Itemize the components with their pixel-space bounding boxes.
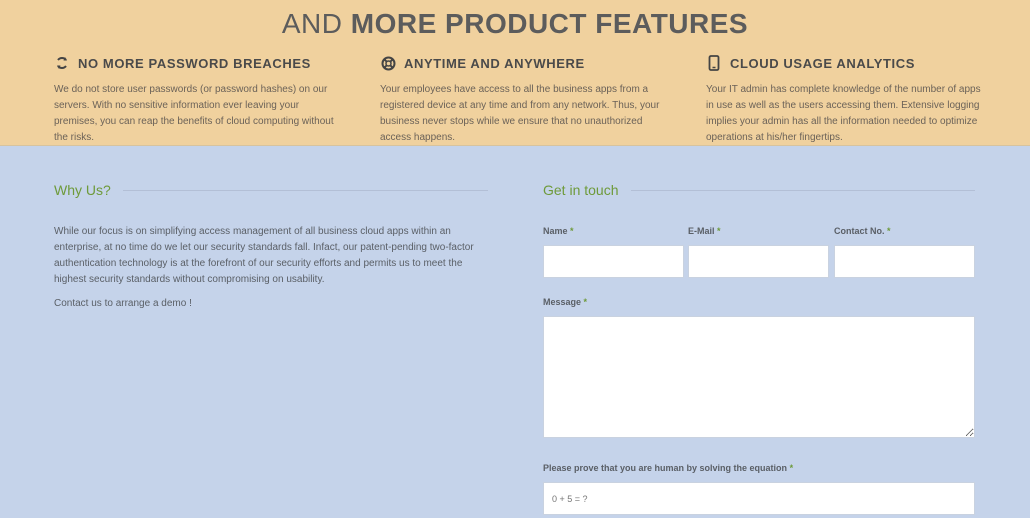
why-us-text: While our focus is on simplifying access… [54,224,484,320]
captcha-input[interactable] [543,482,975,515]
mobile-icon [706,55,722,71]
why-us-heading: Why Us? [54,182,488,198]
features-heading: AND MORE PRODUCT FEATURES [281,8,749,39]
refresh-icon [54,55,70,71]
email-label: E-Mail * [688,226,721,236]
why-us-paragraph: While our focus is on simplifying access… [54,226,474,285]
why-us-title: Why Us? [54,182,111,198]
feature-title: ANYTIME AND ANYWHERE [404,55,585,71]
lifebuoy-icon [380,55,396,71]
features-section: AND MORE PRODUCT FEATURES NO MORE PASSWO… [0,0,1030,146]
feature-password-breaches: NO MORE PASSWORD BREACHES We do not stor… [54,54,334,146]
feature-title: NO MORE PASSWORD BREACHES [78,55,311,71]
divider [630,189,975,191]
captcha-label: Please prove that you are human by solvi… [543,463,794,473]
name-input[interactable] [543,245,684,278]
feature-text: Your IT admin has complete knowledge of … [706,84,981,143]
get-in-touch-heading: Get in touch [543,182,975,198]
feature-anytime-anywhere: ANYTIME AND ANYWHERE Your employees have… [380,54,660,146]
feature-title: CLOUD USAGE ANALYTICS [730,55,915,71]
name-label: Name * [543,226,574,236]
feature-cloud-analytics: CLOUD USAGE ANALYTICS Your IT admin has … [706,54,986,146]
get-in-touch-title: Get in touch [543,182,619,198]
message-label: Message * [543,297,588,307]
feature-text: We do not store user passwords (or passw… [54,84,334,143]
contact-number-input[interactable] [834,245,975,278]
feature-text: Your employees have access to all the bu… [380,84,660,143]
message-textarea[interactable] [543,316,975,438]
phone-label: Contact No. * [834,226,891,236]
demo-note: Contact us to arrange a demo ! [54,298,192,309]
divider [122,189,488,191]
email-input[interactable] [688,245,829,278]
